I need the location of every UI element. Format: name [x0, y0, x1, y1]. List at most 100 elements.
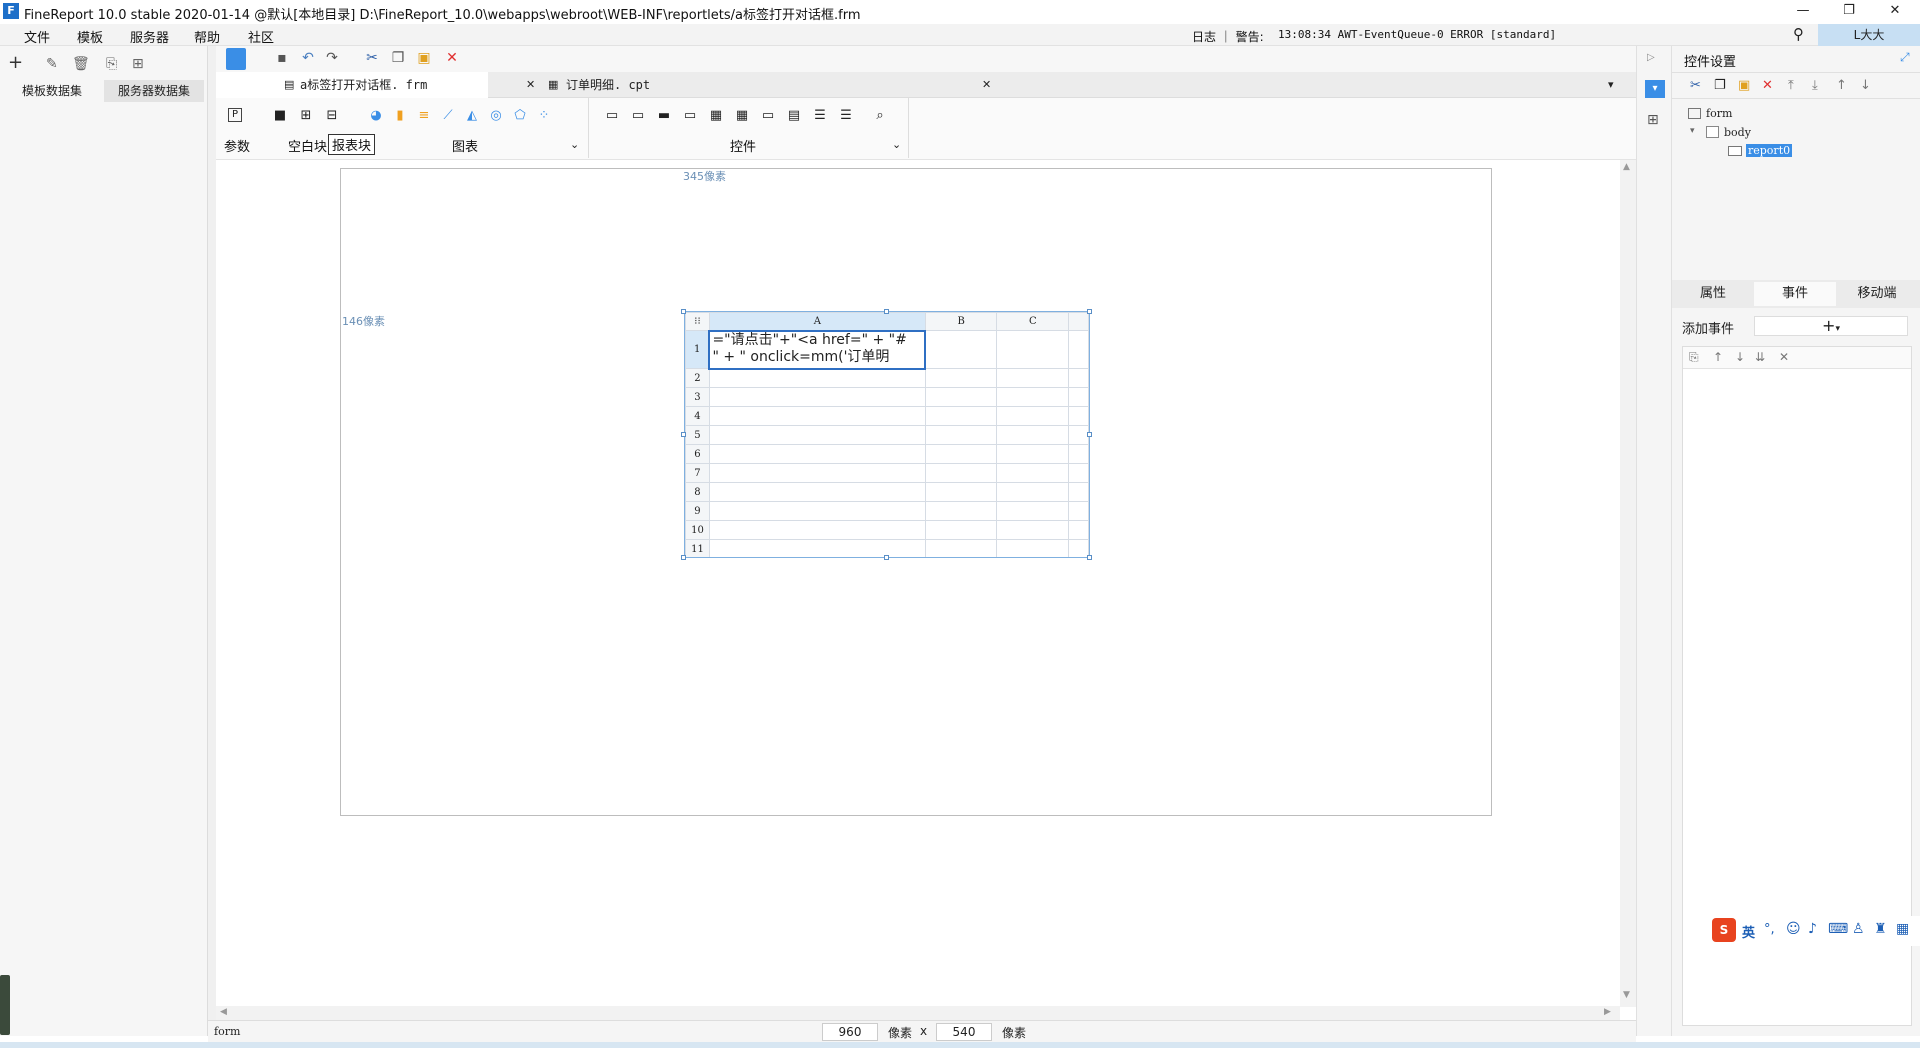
mic-icon[interactable]: ♪ [1808, 921, 1817, 937]
resize-handle[interactable] [681, 432, 686, 437]
expand-icon[interactable]: ▷ [1647, 52, 1655, 63]
keyboard-icon[interactable]: ⌨ [1828, 921, 1848, 937]
component-lib-icon[interactable]: ⊞ [1647, 112, 1659, 128]
column-header[interactable]: C [996, 312, 1070, 331]
calendar-widget-icon[interactable]: ▦ [734, 108, 750, 124]
vertical-scrollbar[interactable]: ▲ ▼ [1620, 160, 1636, 1007]
save-icon[interactable]: ▪ [274, 50, 290, 66]
column-header[interactable]: B [924, 312, 998, 331]
tab-properties[interactable]: 属性 [1672, 282, 1754, 306]
button-widget-icon[interactable]: ▬ [656, 108, 672, 124]
param-icon[interactable]: P [228, 108, 242, 122]
grid-icon[interactable]: ⊞ [132, 56, 144, 72]
blank-block-label[interactable]: 空白块 [288, 136, 327, 155]
area-chart-icon[interactable]: ◭ [464, 108, 480, 124]
tab-events[interactable]: 事件 [1754, 282, 1836, 306]
menu-template[interactable]: 模板 [77, 27, 103, 46]
column-header[interactable]: A [708, 312, 926, 331]
minimize-button[interactable]: — [1780, 0, 1826, 24]
combo-widget-icon[interactable]: ▭ [682, 108, 698, 124]
checkbox-widget-icon[interactable]: ☰ [838, 108, 854, 124]
event-sort-icon[interactable]: ⇊ [1755, 350, 1765, 364]
menu-server[interactable]: 服务器 [130, 27, 169, 46]
tree-node-report0[interactable]: report0 [1746, 144, 1793, 157]
report-block[interactable]: ⁝⁝ A B C 1 ="请点击"+"<a href=" + "# " + " … [684, 311, 1090, 558]
radio-widget-icon[interactable]: ☰ [812, 108, 828, 124]
scatter-chart-icon[interactable]: ⁘ [536, 108, 552, 124]
add-event-button[interactable]: +▾ [1754, 316, 1908, 336]
add-dataset-icon[interactable]: + [8, 52, 23, 73]
user-icon[interactable]: ♙ [1852, 921, 1865, 937]
resize-handle[interactable] [1087, 432, 1092, 437]
row-header[interactable]: 6 [685, 444, 710, 464]
width-field[interactable]: 960 [822, 1023, 878, 1041]
ime-language[interactable]: 英 [1742, 922, 1755, 941]
resize-handle[interactable] [681, 555, 686, 560]
edit-icon[interactable]: ✎ [46, 56, 58, 72]
textarea-widget-icon[interactable]: ▤ [786, 108, 802, 124]
menu-community[interactable]: 社区 [248, 27, 274, 46]
widget-label[interactable]: 控件 [730, 136, 756, 155]
move-bottom-icon[interactable]: ⤓ [1812, 78, 1818, 93]
report-block-label[interactable]: 报表块 [328, 134, 376, 155]
chart-label[interactable]: 图表 [452, 136, 478, 155]
chart-dropdown-icon[interactable]: ⌄ [570, 138, 579, 151]
radar-chart-icon[interactable]: ⬠ [512, 108, 528, 124]
resize-handle[interactable] [681, 309, 686, 314]
row-header[interactable]: 8 [685, 482, 710, 502]
tab-frm[interactable]: ▤ a标签打开对话框. frm ✕ [216, 72, 535, 98]
scroll-right-icon[interactable]: ▶ [1604, 1007, 1611, 1017]
resize-handle[interactable] [1087, 555, 1092, 560]
row-header[interactable]: 1 [685, 330, 710, 369]
resize-handle[interactable] [884, 309, 889, 314]
block-icon[interactable]: ■ [272, 108, 288, 124]
line-chart-icon[interactable]: ⟋ [440, 108, 456, 124]
copy-icon[interactable]: ❐ [390, 50, 406, 66]
number-widget-icon[interactable]: ▭ [760, 108, 776, 124]
cell-a1[interactable]: ="请点击"+"<a href=" + "# " + " onclick=mm(… [708, 329, 927, 370]
scroll-up-icon[interactable]: ▲ [1623, 162, 1630, 172]
date-widget-icon[interactable]: ▦ [708, 108, 724, 124]
cell[interactable] [1068, 330, 1089, 369]
preview-icon[interactable]: ⎘ [106, 56, 117, 72]
delete-icon[interactable]: 🗑 [72, 56, 90, 72]
tab-mobile[interactable]: 移动端 [1836, 282, 1918, 306]
row-header[interactable]: 7 [685, 463, 710, 483]
left-collapse-bar[interactable] [208, 46, 216, 1036]
row-header[interactable]: 9 [685, 501, 710, 521]
log-label[interactable]: 日志 ｜ 警告: [1192, 28, 1264, 45]
tab-template-dataset[interactable]: 模板数据集 [2, 80, 102, 102]
user-name[interactable]: L大大 [1818, 24, 1920, 46]
copy-icon[interactable]: ❐ [1714, 78, 1726, 93]
tree-node-form[interactable]: form [1706, 107, 1732, 120]
cell[interactable] [996, 330, 1070, 369]
row-header[interactable]: 2 [685, 368, 710, 388]
move-top-icon[interactable]: ⤒ [1788, 78, 1794, 93]
pie-chart-icon[interactable]: ◕ [368, 108, 384, 124]
emoji-icon[interactable]: ☺ [1786, 921, 1801, 937]
restore-button[interactable]: ❐ [1826, 0, 1872, 24]
move-down-icon[interactable]: ↓ [1860, 78, 1871, 93]
grid-menu-icon[interactable]: ▦ [1896, 921, 1909, 937]
side-widget-icon[interactable] [0, 975, 10, 1035]
scroll-left-icon[interactable]: ◀ [220, 1007, 227, 1017]
event-delete-icon[interactable]: ✕ [1779, 350, 1789, 364]
cut-icon[interactable]: ✂ [364, 50, 380, 66]
tab-server-dataset[interactable]: 服务器数据集 [104, 80, 204, 102]
widget-dropdown-icon[interactable]: ⌄ [892, 138, 901, 151]
tab-frm-close-icon[interactable]: ✕ [526, 78, 535, 91]
paste-icon[interactable]: ▣ [416, 50, 432, 66]
cut-icon[interactable]: ✂ [1690, 78, 1701, 93]
label-widget-icon[interactable]: ▭ [630, 108, 646, 124]
pin-icon[interactable]: ⤢ [1900, 50, 1910, 65]
horizontal-scrollbar[interactable]: ◀ ▶ [216, 1006, 1620, 1020]
tab-cpt[interactable]: ▦ 订单明细. cpt ✕ [548, 72, 1008, 98]
delete-icon[interactable]: ✕ [444, 50, 460, 66]
row-header[interactable]: 5 [685, 425, 710, 445]
event-down-icon[interactable]: ↓ [1735, 350, 1745, 364]
param-label[interactable]: 参数 [224, 136, 250, 155]
widget-settings-icon[interactable]: ▾ [1645, 80, 1665, 98]
resize-handle[interactable] [1087, 309, 1092, 314]
gauge-chart-icon[interactable]: ◎ [488, 108, 504, 124]
hbar-chart-icon[interactable]: ≡ [416, 108, 432, 124]
